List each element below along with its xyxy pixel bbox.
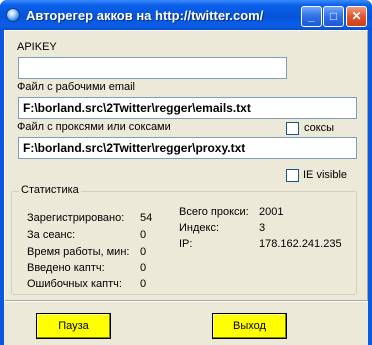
globe-icon (6, 8, 20, 22)
app-window: Авторегер акков на http://twitter.com/ _… (0, 0, 372, 345)
stat-label: IP: (179, 238, 193, 250)
stat-value: 3 (259, 222, 266, 234)
stat-value: 0 (140, 262, 147, 274)
stat-label: Время работы, мин: (27, 246, 130, 258)
stat-label: За сеанс: (27, 229, 76, 241)
stat-value: 0 (140, 278, 147, 290)
proxy-file-label: Файл с проксями или соксами (17, 121, 171, 133)
stat-label: Зарегистрировано: (27, 212, 125, 224)
socks-label: соксы (304, 122, 335, 134)
apikey-label: APIKEY (17, 41, 57, 53)
email-file-label: Файл с рабочими email (17, 81, 135, 93)
stat-value: 54 (140, 212, 153, 224)
maximize-button[interactable]: □ (323, 6, 344, 27)
window-title: Авторегер акков на http://twitter.com/ (26, 8, 264, 23)
stat-label: Индекс: (179, 222, 220, 234)
client-area: APIKEY Файл с рабочими email F:\borland.… (4, 30, 368, 345)
stat-label: Всего прокси: (179, 206, 249, 218)
apikey-input[interactable] (18, 57, 287, 79)
stat-label: Ошибочных каптч: (27, 278, 122, 290)
stat-value: 0 (140, 246, 147, 258)
title-bar[interactable]: Авторегер акков на http://twitter.com/ _… (0, 0, 372, 30)
socks-checkbox[interactable] (286, 122, 299, 135)
close-button[interactable]: ✕ (346, 6, 367, 27)
stat-value: 0 (140, 229, 147, 241)
ie-visible-checkbox[interactable] (286, 169, 299, 182)
stats-title: Статистика (19, 184, 81, 196)
button-bar: Пауза Выход (4, 301, 368, 345)
ie-visible-label: IE visible (303, 169, 348, 181)
email-file-input[interactable]: F:\borland.src\2Twitter\regger\emails.tx… (18, 97, 357, 119)
stat-value: 2001 (259, 206, 284, 218)
minimize-button[interactable]: _ (301, 6, 322, 27)
proxy-file-input[interactable]: F:\borland.src\2Twitter\regger\proxy.txt (18, 137, 357, 159)
settings-panel: APIKEY Файл с рабочими email F:\borland.… (4, 30, 368, 301)
stat-value: 178.162.241.235 (259, 238, 342, 250)
exit-button[interactable]: Выход (212, 313, 287, 339)
pause-button[interactable]: Пауза (36, 313, 111, 339)
stat-label: Введено каптч: (27, 262, 105, 274)
